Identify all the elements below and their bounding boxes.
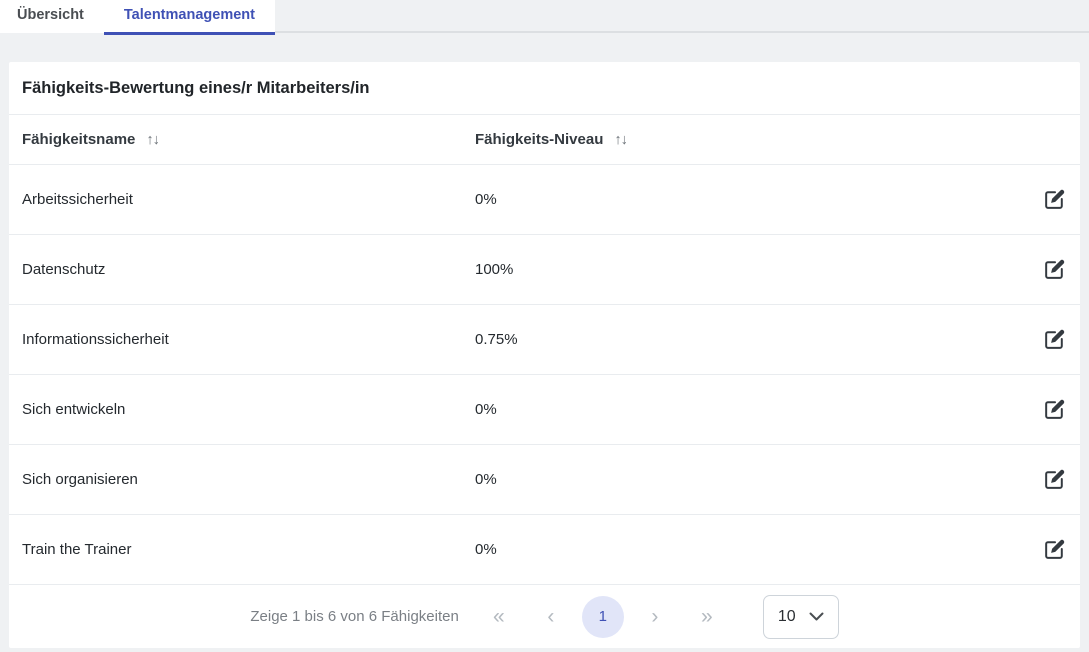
edit-icon — [1042, 537, 1067, 562]
skill-name-cell: Datenschutz — [22, 261, 475, 278]
column-header-label: Fähigkeitsname — [22, 131, 135, 148]
skill-assessment-card: Fähigkeits-Bewertung eines/r Mitarbeiter… — [9, 62, 1080, 648]
chevron-down-icon — [809, 612, 824, 621]
column-header-skill-level[interactable]: Fähigkeits-Niveau ↑↓ — [475, 131, 1007, 148]
rows-per-page-value: 10 — [778, 608, 796, 626]
paginator: Zeige 1 bis 6 von 6 Fähigkeiten « ‹ 1 › … — [9, 585, 1080, 648]
table-header-row: Fähigkeitsname ↑↓ Fähigkeits-Niveau ↑↓ — [9, 115, 1080, 165]
last-page-button[interactable]: » — [686, 596, 728, 638]
angle-double-left-icon: « — [493, 606, 505, 627]
table-row: Arbeitssicherheit 0% — [9, 165, 1080, 235]
edit-skill-button[interactable] — [1041, 397, 1067, 423]
edit-skill-button[interactable] — [1041, 537, 1067, 563]
edit-icon — [1042, 467, 1067, 492]
column-header-label: Fähigkeits-Niveau — [475, 131, 603, 148]
first-page-button[interactable]: « — [478, 596, 520, 638]
tab-talentmanagement[interactable]: Talentmanagement — [104, 0, 275, 33]
page-title: Fähigkeits-Bewertung eines/r Mitarbeiter… — [22, 79, 370, 98]
edit-skill-button[interactable] — [1041, 187, 1067, 213]
sort-icon[interactable]: ↑↓ — [614, 132, 627, 148]
tab-bar: Übersicht Talentmanagement — [0, 0, 1089, 33]
edit-icon — [1042, 397, 1067, 422]
edit-skill-button[interactable] — [1041, 327, 1067, 353]
skill-name-cell: Informationssicherheit — [22, 331, 475, 348]
skill-level-cell: 0% — [475, 401, 1007, 418]
edit-skill-button[interactable] — [1041, 467, 1067, 493]
skill-level-cell: 0% — [475, 191, 1007, 208]
rows-per-page-select[interactable]: 10 — [763, 595, 839, 639]
prev-page-button[interactable]: ‹ — [530, 596, 572, 638]
table-row: Datenschutz 100% — [9, 235, 1080, 305]
skill-name-cell: Sich entwickeln — [22, 401, 475, 418]
skill-level-cell: 0.75% — [475, 331, 1007, 348]
skill-level-cell: 0% — [475, 471, 1007, 488]
table-row: Sich organisieren 0% — [9, 445, 1080, 515]
angle-right-icon: › — [651, 606, 658, 627]
angle-left-icon: ‹ — [547, 606, 554, 627]
card-header: Fähigkeits-Bewertung eines/r Mitarbeiter… — [9, 62, 1080, 115]
edit-icon — [1042, 257, 1067, 282]
table-row: Informationssicherheit 0.75% — [9, 305, 1080, 375]
skill-level-cell: 100% — [475, 261, 1007, 278]
angle-double-right-icon: » — [701, 606, 713, 627]
page-1-button[interactable]: 1 — [582, 596, 624, 638]
skill-name-cell: Sich organisieren — [22, 471, 475, 488]
column-header-skill-name[interactable]: Fähigkeitsname ↑↓ — [22, 131, 475, 148]
sort-icon[interactable]: ↑↓ — [146, 132, 159, 148]
table-row: Train the Trainer 0% — [9, 515, 1080, 585]
paginator-summary: Zeige 1 bis 6 von 6 Fähigkeiten — [250, 608, 458, 625]
skill-name-cell: Arbeitssicherheit — [22, 191, 475, 208]
edit-skill-button[interactable] — [1041, 257, 1067, 283]
skill-name-cell: Train the Trainer — [22, 541, 475, 558]
next-page-button[interactable]: › — [634, 596, 676, 638]
tab-list: Übersicht Talentmanagement — [0, 0, 275, 33]
table-row: Sich entwickeln 0% — [9, 375, 1080, 445]
edit-icon — [1042, 327, 1067, 352]
edit-icon — [1042, 187, 1067, 212]
skill-level-cell: 0% — [475, 541, 1007, 558]
tab-uebersicht[interactable]: Übersicht — [0, 0, 104, 33]
